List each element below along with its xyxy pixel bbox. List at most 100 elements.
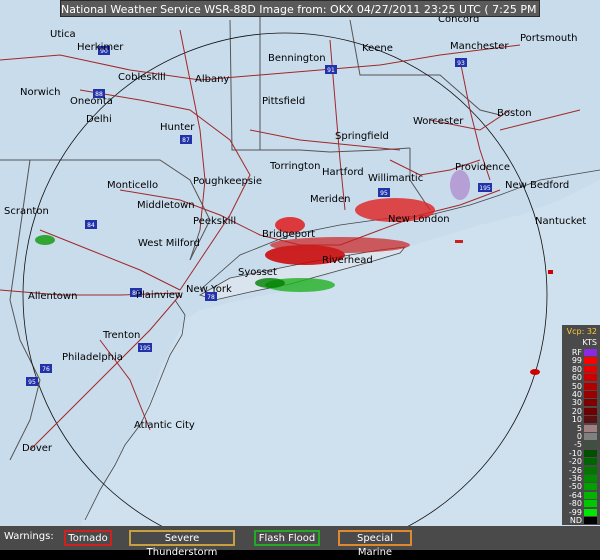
echo-east	[530, 369, 540, 375]
title-bar: National Weather Service WSR-88D Image f…	[60, 0, 540, 17]
svg-text:Trenton: Trenton	[102, 330, 140, 341]
city-dover: Dover	[22, 443, 53, 454]
svg-text:78: 78	[207, 294, 215, 301]
svg-text:84: 84	[87, 222, 95, 229]
i95-shield: 95	[378, 188, 390, 197]
city-bennington: Bennington	[268, 53, 326, 64]
radar-viewer: 90 93 88 87 91 95 84 80 195 78 195 76 95	[0, 0, 600, 558]
city-riverhead: Riverhead	[322, 255, 373, 266]
svg-text:195: 195	[479, 185, 491, 192]
svg-text:95: 95	[28, 379, 36, 386]
svg-text:Manchester: Manchester	[450, 41, 509, 52]
city-albany: Albany	[195, 74, 229, 85]
warning-tornado[interactable]: Tornado	[64, 530, 112, 546]
legend-swatch	[584, 458, 597, 466]
legend-row: -80	[562, 500, 600, 508]
warnings-label: Warnings:	[4, 531, 54, 542]
legend-label: ND	[569, 516, 582, 525]
city-new-bedford: New Bedford	[505, 180, 569, 191]
legend-vcp: Vcp: 32	[566, 327, 597, 336]
i91-shield: 91	[325, 65, 337, 74]
warning-flash-flood[interactable]: Flash Flood	[254, 530, 320, 546]
legend-swatch	[584, 475, 597, 482]
legend-swatch	[584, 374, 597, 382]
svg-text:Riverhead: Riverhead	[322, 255, 373, 266]
svg-text:Dover: Dover	[22, 443, 53, 454]
city-oneonta: Oneonta	[70, 96, 113, 107]
ocean	[80, 180, 600, 526]
svg-text:Delhi: Delhi	[86, 114, 112, 125]
svg-text:Hunter: Hunter	[160, 122, 195, 133]
svg-text:Philadelphia: Philadelphia	[62, 352, 123, 363]
svg-text:Meriden: Meriden	[310, 194, 351, 205]
city-trenton: Trenton	[102, 330, 140, 341]
warning-special-marine[interactable]: Special Marine	[338, 530, 412, 558]
svg-text:Scranton: Scranton	[4, 206, 49, 217]
city-providence: Providence	[455, 162, 510, 173]
svg-text:New London: New London	[388, 214, 450, 225]
i195-nj-shield: 195	[138, 343, 152, 352]
svg-text:Torrington: Torrington	[269, 161, 320, 172]
legend-swatch	[584, 449, 597, 457]
legend-units: KTS	[582, 338, 597, 347]
legend-swatch	[584, 441, 597, 449]
svg-text:Hartford: Hartford	[322, 167, 364, 178]
svg-text:Albany: Albany	[195, 74, 229, 85]
svg-text:Utica: Utica	[50, 29, 76, 40]
city-scranton: Scranton	[4, 206, 49, 217]
svg-text:Portsmouth: Portsmouth	[520, 33, 578, 44]
legend-swatch	[584, 483, 597, 491]
legend-swatch	[584, 433, 597, 440]
svg-text:95: 95	[380, 190, 388, 197]
svg-text:Norwich: Norwich	[20, 87, 61, 98]
legend-swatch	[584, 508, 597, 516]
svg-text:Boston: Boston	[497, 108, 532, 119]
svg-text:Bennington: Bennington	[268, 53, 326, 64]
city-utica: Utica	[50, 29, 76, 40]
svg-text:Peekskill: Peekskill	[193, 216, 236, 227]
legend-swatch	[584, 424, 597, 432]
legend-row: 60	[562, 374, 600, 382]
city-norwich: Norwich	[20, 87, 61, 98]
svg-text:Pittsfield: Pittsfield	[262, 96, 305, 107]
svg-text:87: 87	[182, 137, 190, 144]
svg-text:Middletown: Middletown	[137, 200, 195, 211]
legend-swatch	[584, 416, 597, 424]
legend-label: -20	[568, 457, 582, 467]
legend-row: 10	[562, 416, 600, 424]
city-plainview: Plainview	[136, 290, 183, 301]
svg-text:91: 91	[327, 67, 335, 74]
legend-swatch	[584, 466, 597, 474]
i95-pa-shield: 95	[26, 377, 38, 386]
legend-label: -80	[568, 499, 582, 509]
echo-providence	[450, 170, 470, 200]
legend-row: ND	[562, 517, 600, 525]
legend-swatch	[584, 500, 597, 508]
warnings-bar: Warnings: Tornado Severe Thunderstorm Fl…	[0, 526, 600, 558]
svg-text:Herkimer: Herkimer	[77, 42, 124, 53]
svg-text:New Bedford: New Bedford	[505, 180, 569, 191]
city-poughkeepsie: Poughkeepsie	[193, 176, 262, 187]
legend-swatch	[584, 357, 597, 365]
svg-text:New York: New York	[186, 284, 232, 295]
svg-text:West Milford: West Milford	[138, 238, 200, 249]
svg-text:Allentown: Allentown	[28, 291, 77, 302]
city-herkimer: Herkimer	[77, 42, 124, 53]
i93-shield: 93	[455, 58, 467, 67]
i84-shield: 84	[85, 220, 97, 229]
svg-text:Providence: Providence	[455, 162, 510, 173]
city-cobleskill: Cobleskill	[118, 72, 166, 83]
radar-map: 90 93 88 87 91 95 84 80 195 78 195 76 95	[0, 0, 600, 550]
legend-row: -20	[562, 458, 600, 466]
warning-severe-thunderstorm[interactable]: Severe Thunderstorm	[129, 530, 235, 558]
svg-text:93: 93	[457, 60, 465, 67]
city-manchester: Manchester	[450, 41, 509, 52]
svg-text:Plainview: Plainview	[136, 290, 183, 301]
city-hartford: Hartford	[322, 167, 364, 178]
legend-swatch	[584, 399, 597, 407]
city-atlantic-city: Atlantic City	[134, 420, 195, 431]
city-syosset: Syosset	[238, 267, 277, 278]
city-pittsfield: Pittsfield	[262, 96, 305, 107]
echo-green2	[255, 278, 285, 288]
legend-swatch	[584, 491, 597, 499]
